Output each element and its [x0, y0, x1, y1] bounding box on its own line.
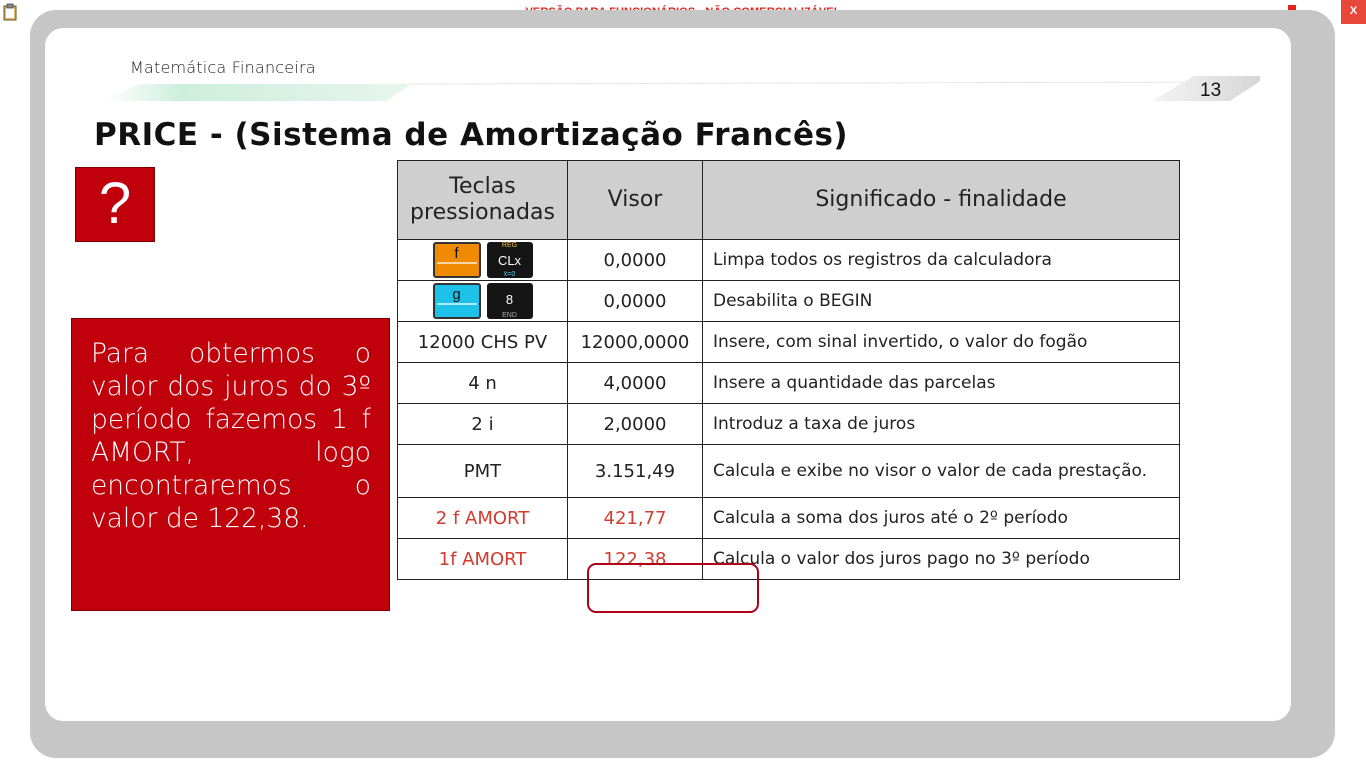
table-row: f REG CLx x̄=0 0,0000 Limpa todos os reg… — [397, 239, 1180, 281]
table-row: 2 i 2,0000 Introduz a taxa de juros — [397, 403, 1180, 445]
table-row: 1f AMORT 122,38 Calcula o valor dos juro… — [397, 538, 1180, 580]
question-box: ? — [75, 167, 155, 242]
meaning-cell: Insere, com sinal invertido, o valor do … — [702, 321, 1180, 363]
keys-cell: 2 i — [397, 403, 568, 445]
visor-cell: 2,0000 — [567, 403, 703, 445]
keys-cell: 2 f AMORT — [397, 497, 568, 539]
visor-cell: 0,0000 — [567, 239, 703, 281]
table-header-row: Teclas pressionadas Visor Significado - … — [397, 160, 1180, 240]
meaning-cell: Desabilita o BEGIN — [702, 280, 1180, 322]
keys-cell: 1f AMORT — [397, 538, 568, 580]
close-button[interactable]: X — [1341, 0, 1366, 24]
keys-cell: f REG CLx x̄=0 — [397, 239, 568, 281]
visor-cell: 12000,0000 — [567, 321, 703, 363]
meaning-cell: Insere a quantidade das parcelas — [702, 362, 1180, 404]
table-row: PMT 3.151,49 Calcula e exibe no visor o … — [397, 444, 1180, 498]
header-decoration — [105, 76, 1260, 101]
keys-cell: 12000 CHS PV — [397, 321, 568, 363]
explanation-note: Para obtermos o valor dos juros do 3º pe… — [71, 318, 390, 611]
eight-key-icon: 8 END — [486, 283, 533, 319]
table-row: g 8 END 0,0000 Desabilita o BEGIN — [397, 280, 1180, 322]
page-number: 13 — [1200, 80, 1222, 101]
meaning-cell: Limpa todos os registros da calculadora — [702, 239, 1180, 281]
keys-cell: PMT — [397, 444, 568, 498]
table-row: 4 n 4,0000 Insere a quantidade das parce… — [397, 362, 1180, 404]
column-header-visor: Visor — [567, 160, 703, 240]
f-key-icon: f — [432, 242, 481, 278]
meaning-cell: Calcula e exibe no visor o valor de cada… — [702, 444, 1180, 498]
visor-cell: 3.151,49 — [567, 444, 703, 498]
keys-cell: 4 n — [397, 362, 568, 404]
meaning-cell: Calcula o valor dos juros pago no 3º per… — [702, 538, 1180, 580]
visor-cell: 0,0000 — [567, 280, 703, 322]
hp12c-steps-table: Teclas pressionadas Visor Significado - … — [397, 160, 1180, 580]
slide-title: PRICE - (Sistema de Amortização Francês) — [94, 117, 849, 153]
result-highlight — [587, 563, 759, 613]
table-row: 2 f AMORT 421,77 Calcula a soma dos juro… — [397, 497, 1180, 539]
meaning-cell: Introduz a taxa de juros — [702, 403, 1180, 445]
meaning-cell: Calcula a soma dos juros até o 2º períod… — [702, 497, 1180, 539]
table-row: 12000 CHS PV 12000,0000 Insere, com sina… — [397, 321, 1180, 363]
clx-key-icon: REG CLx x̄=0 — [486, 242, 533, 278]
column-header-meaning: Significado - finalidade — [702, 160, 1180, 240]
visor-cell: 421,77 — [567, 497, 703, 539]
question-mark-icon: ? — [98, 171, 132, 236]
column-header-keys: Teclas pressionadas — [397, 160, 568, 240]
keys-cell: g 8 END — [397, 280, 568, 322]
g-key-icon: g — [432, 283, 481, 319]
visor-cell: 4,0000 — [567, 362, 703, 404]
